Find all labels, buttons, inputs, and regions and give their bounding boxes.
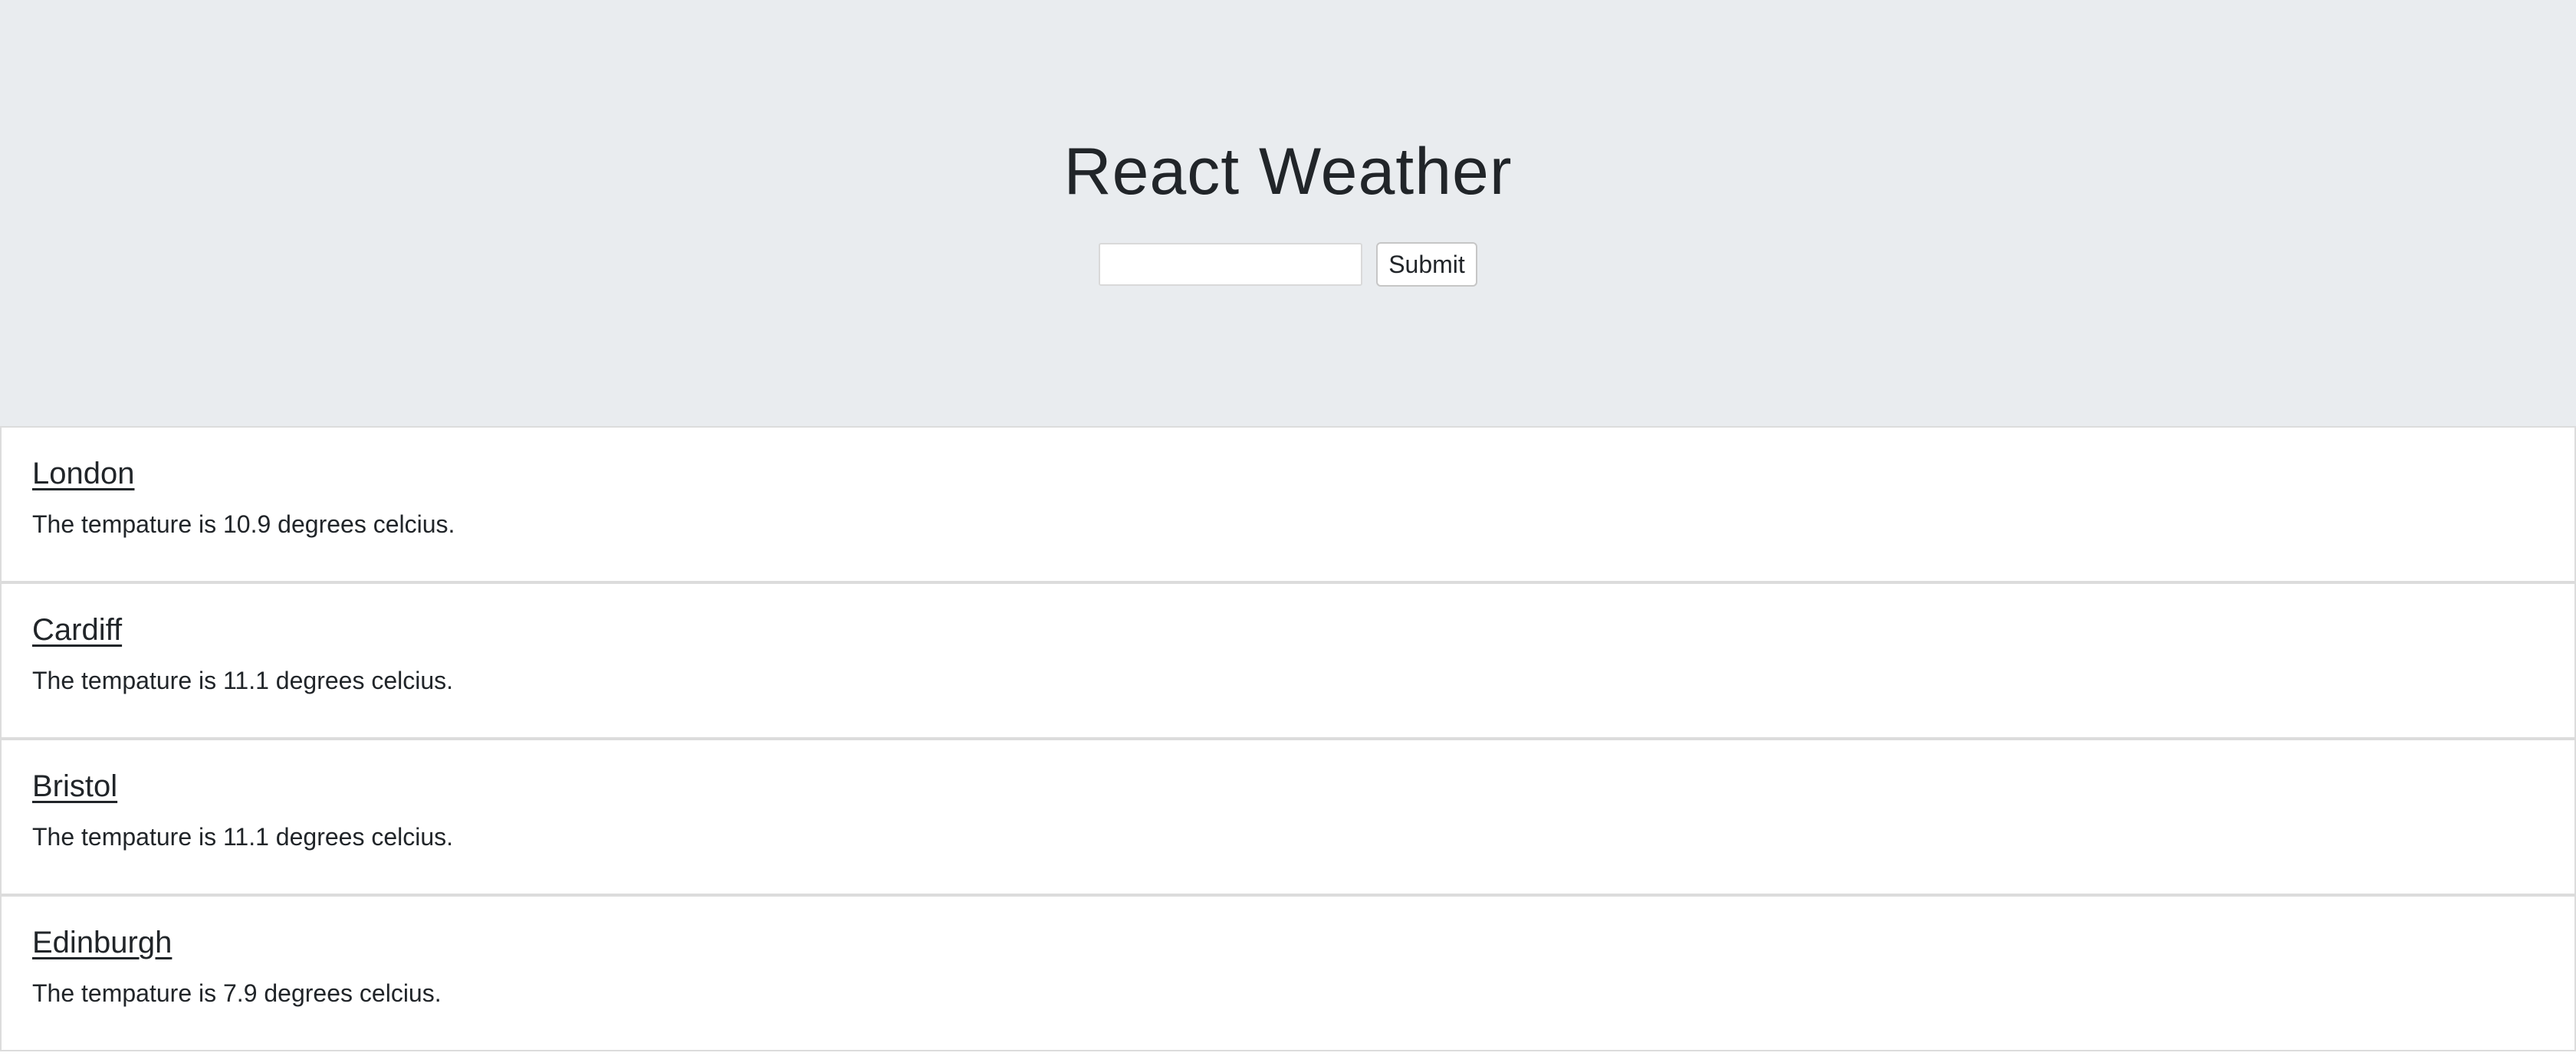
city-card-london: London The tempature is 10.9 degrees cel… xyxy=(0,426,2576,582)
city-temperature: The tempature is 7.9 degrees celcius. xyxy=(32,979,442,1007)
city-search-input[interactable] xyxy=(1099,243,1363,286)
city-temperature: The tempature is 11.1 degrees celcius. xyxy=(32,823,454,851)
header-jumbotron: React Weather Submit xyxy=(0,0,2576,426)
app-title: React Weather xyxy=(1063,135,1513,208)
city-card-bristol: Bristol The tempature is 11.1 degrees ce… xyxy=(0,739,2576,895)
submit-button[interactable]: Submit xyxy=(1376,242,1477,287)
city-list: London The tempature is 10.9 degrees cel… xyxy=(0,426,2576,1051)
city-card-cardiff: Cardiff The tempature is 11.1 degrees ce… xyxy=(0,582,2576,739)
city-name-link[interactable]: Edinburgh xyxy=(32,924,172,961)
city-name-link[interactable]: London xyxy=(32,455,134,492)
city-temperature: The tempature is 11.1 degrees celcius. xyxy=(32,667,454,694)
city-temperature: The tempature is 10.9 degrees celcius. xyxy=(32,510,455,538)
city-name-link[interactable]: Cardiff xyxy=(32,612,122,648)
city-card-edinburgh: Edinburgh The tempature is 7.9 degrees c… xyxy=(0,895,2576,1051)
search-form: Submit xyxy=(1099,242,1477,287)
city-name-link[interactable]: Bristol xyxy=(32,768,117,805)
